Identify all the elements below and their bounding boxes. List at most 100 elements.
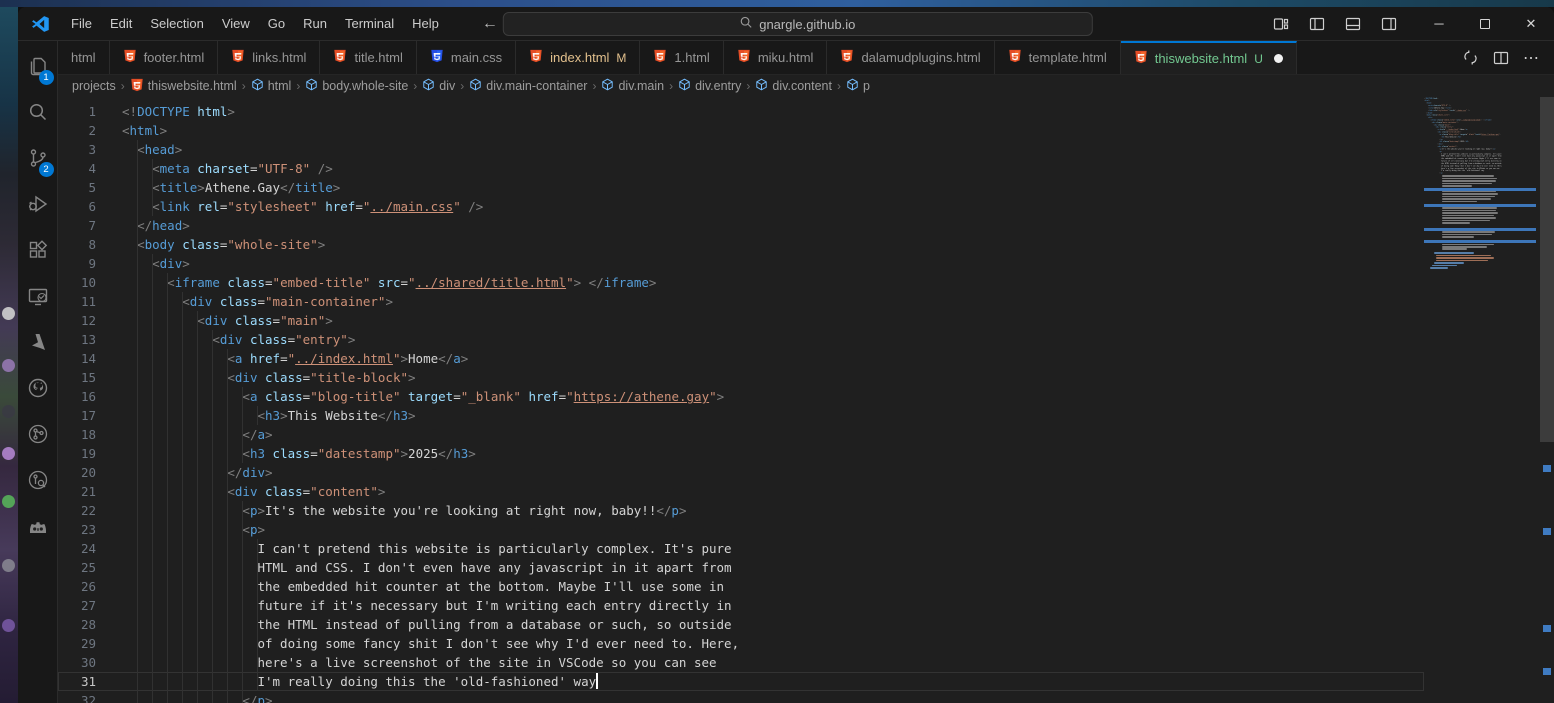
scrollbar[interactable]	[1540, 97, 1554, 703]
code-line-32[interactable]: 32 </p>	[58, 691, 1424, 703]
menu-item-view[interactable]: View	[213, 11, 259, 36]
code-line-1[interactable]: 1<!DOCTYPE html>	[58, 102, 1424, 121]
tab-1.html[interactable]: 1.html	[640, 41, 723, 74]
breadcrumb-item-projects[interactable]: projects	[72, 79, 116, 93]
indent-guide	[227, 425, 228, 444]
activity-bar-item-extensions[interactable]	[18, 229, 58, 275]
code-line-20[interactable]: 20 </div>	[58, 463, 1424, 482]
breadcrumb-item-body.whole-site[interactable]: body.whole-site	[305, 78, 408, 94]
code-line-5[interactable]: 5 <title>Athene.Gay</title>	[58, 178, 1424, 197]
minimap[interactable]: <!DOCTYPE html><html> <head> <meta chars…	[1424, 97, 1540, 703]
tab-html[interactable]: html	[58, 41, 110, 74]
more-actions-icon[interactable]: ⋯	[1523, 48, 1540, 68]
code-line-10[interactable]: 10 <iframe class="embed-title" src="../s…	[58, 273, 1424, 292]
toggle-panel-icon[interactable]	[1340, 11, 1366, 37]
code-line-7[interactable]: 7 </head>	[58, 216, 1424, 235]
menu-item-selection[interactable]: Selection	[141, 11, 212, 36]
tab-links.html[interactable]: links.html	[218, 41, 320, 74]
code-line-27[interactable]: 27 future if it's necessary but I'm writ…	[58, 596, 1424, 615]
minimize-button[interactable]: ─	[1416, 7, 1462, 40]
customize-layout-icon[interactable]	[1268, 11, 1294, 37]
tab-dalamudplugins.html[interactable]: dalamudplugins.html	[827, 41, 994, 74]
code-line-21[interactable]: 21 <div class="content">	[58, 482, 1424, 501]
menu-item-terminal[interactable]: Terminal	[336, 11, 403, 36]
code-line-31[interactable]: 31 I'm really doing this the 'old-fashio…	[58, 672, 1424, 691]
code-line-24[interactable]: 24 I can't pretend this website is parti…	[58, 539, 1424, 558]
tab-main.css[interactable]: main.css	[417, 41, 516, 74]
activity-bar-item-run-debug[interactable]	[18, 183, 58, 229]
code-line-14[interactable]: 14 <a href="../index.html">Home</a>	[58, 349, 1424, 368]
code-line-6[interactable]: 6 <link rel="stylesheet" href="../main.c…	[58, 197, 1424, 216]
activity-bar-item-gitlens[interactable]	[18, 459, 58, 505]
breadcrumb-item-html[interactable]: html	[251, 78, 292, 94]
breadcrumb-item-div[interactable]: div	[422, 78, 455, 94]
open-changes-icon[interactable]	[1462, 49, 1479, 66]
tab-index.html[interactable]: index.htmlM	[516, 41, 640, 74]
activity-bar-item-search[interactable]	[18, 91, 58, 137]
indent-guide	[167, 596, 168, 615]
activity-bar-item-azure[interactable]	[18, 321, 58, 367]
code-line-18[interactable]: 18 </a>	[58, 425, 1424, 444]
breadcrumb-item-div.content[interactable]: div.content	[755, 78, 832, 94]
toggle-secondary-sidebar-icon[interactable]	[1376, 11, 1402, 37]
toggle-primary-sidebar-icon[interactable]	[1304, 11, 1330, 37]
command-center[interactable]: gnargle.github.io	[503, 12, 1093, 36]
activity-bar-item-explorer[interactable]: 1	[18, 45, 58, 91]
back-arrow-icon[interactable]: ←	[482, 15, 498, 33]
menu-item-go[interactable]: Go	[259, 11, 294, 36]
symbol-cube-icon	[755, 78, 768, 94]
code-line-4[interactable]: 4 <meta charset="UTF-8" />	[58, 159, 1424, 178]
breadcrumb-separator: ›	[413, 79, 417, 93]
activity-bar-item-source-control[interactable]: 2	[18, 137, 58, 183]
tab-footer.html[interactable]: footer.html	[110, 41, 219, 74]
code-line-29[interactable]: 29 of doing some fancy shit I don't see …	[58, 634, 1424, 653]
code-line-9[interactable]: 9 <div>	[58, 254, 1424, 273]
tab-miku.html[interactable]: miku.html	[724, 41, 828, 74]
code-line-13[interactable]: 13 <div class="entry">	[58, 330, 1424, 349]
breadcrumb-item-thiswebsite.html[interactable]: thiswebsite.html	[130, 78, 237, 95]
tab-template.html[interactable]: template.html	[995, 41, 1121, 74]
line-text: <p>It's the website you're looking at ri…	[122, 501, 1424, 520]
code-line-12[interactable]: 12 <div class="main">	[58, 311, 1424, 330]
tab-title.html[interactable]: title.html	[320, 41, 416, 74]
menu-item-edit[interactable]: Edit	[101, 11, 141, 36]
code-line-16[interactable]: 16 <a class="blog-title" target="_blank"…	[58, 387, 1424, 406]
code-line-25[interactable]: 25 HTML and CSS. I don't even have any j…	[58, 558, 1424, 577]
activity-bar-item-git-graph[interactable]	[18, 413, 58, 459]
menu-item-file[interactable]: File	[62, 11, 101, 36]
tab-thiswebsite.html[interactable]: thiswebsite.htmlU	[1121, 41, 1297, 74]
indent-guide	[197, 406, 198, 425]
code-line-28[interactable]: 28 the HTML instead of pulling from a da…	[58, 615, 1424, 634]
maximize-button[interactable]	[1462, 7, 1508, 40]
close-button[interactable]: ✕	[1508, 7, 1554, 40]
breadcrumb-item-div.main-container[interactable]: div.main-container	[469, 78, 587, 94]
code-line-22[interactable]: 22 <p>It's the website you're looking at…	[58, 501, 1424, 520]
code-line-2[interactable]: 2<html>	[58, 121, 1424, 140]
code-line-11[interactable]: 11 <div class="main-container">	[58, 292, 1424, 311]
scrollbar-thumb[interactable]	[1540, 97, 1554, 442]
code-line-3[interactable]: 3 <head>	[58, 140, 1424, 159]
breadcrumb-item-p[interactable]: p	[846, 78, 870, 94]
split-editor-icon[interactable]	[1493, 50, 1509, 66]
unsaved-dot-icon[interactable]	[1274, 54, 1283, 63]
code-line-8[interactable]: 8 <body class="whole-site">	[58, 235, 1424, 254]
activity-bar-item-remote-explorer[interactable]	[18, 275, 58, 321]
code-editor[interactable]: 1<!DOCTYPE html>2<html>3 <head>4 <meta c…	[58, 97, 1554, 703]
indent-guide	[137, 254, 138, 273]
menu-item-help[interactable]: Help	[403, 11, 448, 36]
activity-bar-item-github[interactable]	[18, 367, 58, 413]
line-number: 15	[58, 368, 96, 387]
code-line-26[interactable]: 26 the embedded hit counter at the botto…	[58, 577, 1424, 596]
code-line-15[interactable]: 15 <div class="title-block">	[58, 368, 1424, 387]
code-line-17[interactable]: 17 <h3>This Website</h3>	[58, 406, 1424, 425]
code-line-23[interactable]: 23 <p>	[58, 520, 1424, 539]
code-line-30[interactable]: 30 here's a live screenshot of the site …	[58, 653, 1424, 672]
html-file-icon	[333, 49, 347, 66]
indent-guide	[197, 672, 198, 691]
breadcrumb-item-div.main[interactable]: div.main	[601, 78, 664, 94]
menu-item-run[interactable]: Run	[294, 11, 336, 36]
minimap-highlight-bar	[1424, 228, 1536, 231]
activity-bar-item-godot[interactable]	[18, 505, 58, 551]
code-line-19[interactable]: 19 <h3 class="datestamp">2025</h3>	[58, 444, 1424, 463]
breadcrumb-item-div.entry[interactable]: div.entry	[678, 78, 741, 94]
